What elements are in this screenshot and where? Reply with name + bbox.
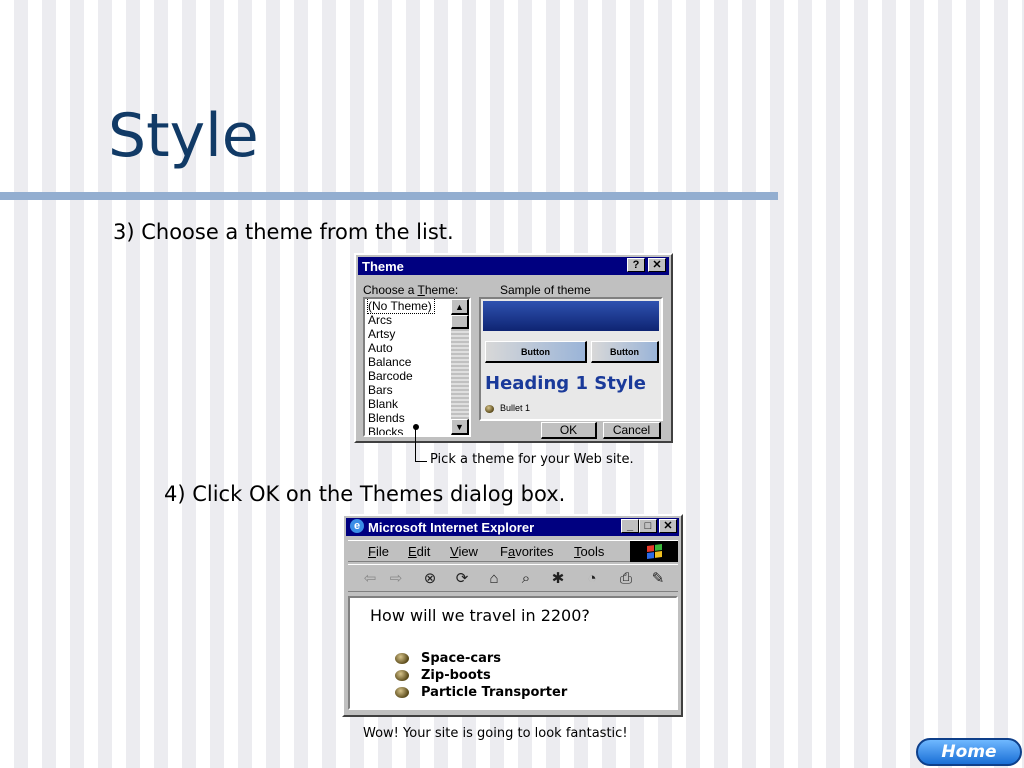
menu-bar: File Edit View Favorites Tools	[348, 540, 678, 562]
theme-listbox[interactable]: (No Theme) Arcs Artsy Auto Balance Barcode Bar…	[363, 297, 471, 437]
ie-window: e Microsoft Internet Explorer _ □ ✕ File…	[342, 514, 683, 717]
callout-line-horizontal	[415, 461, 427, 462]
ok-button[interactable]: OK	[541, 422, 597, 439]
preview-button-1: Button	[485, 341, 587, 363]
callout-line-vertical	[415, 429, 416, 462]
back-arrow-icon[interactable]: ⇦	[360, 568, 380, 588]
theme-preview-pane: Button Button Heading 1 Style Bullet 1	[479, 297, 663, 421]
history-icon[interactable]: ◔	[582, 568, 602, 588]
scroll-down-arrow-icon[interactable]: ▼	[451, 419, 469, 435]
bullet-icon	[485, 404, 494, 413]
bullet-icon	[395, 687, 409, 698]
preview-button-2: Button	[591, 341, 659, 363]
choose-theme-label: Choose a Theme:	[363, 283, 459, 297]
menu-item[interactable]: Tools	[574, 544, 604, 559]
preview-heading: Heading 1 Style	[485, 373, 646, 394]
theme-list-item[interactable]: (No Theme)	[367, 299, 435, 314]
preview-bullet-item: Bullet 1	[485, 403, 530, 413]
refresh-icon[interactable]: ⟳	[452, 568, 472, 588]
home-button[interactable]: Home	[916, 738, 1022, 766]
theme-dialog-title: Theme	[362, 258, 404, 274]
listbox-scrollbar[interactable]: ▲ ▼	[451, 299, 469, 435]
favorites-icon[interactable]: ✱	[548, 568, 568, 588]
scroll-up-arrow-icon[interactable]: ▲	[451, 299, 469, 315]
sample-of-theme-label: Sample of theme	[500, 283, 591, 297]
help-button[interactable]: ?	[627, 258, 645, 272]
ie-title: Microsoft Internet Explorer	[368, 519, 535, 535]
print-icon[interactable]: ⎙	[616, 568, 636, 588]
list-item: Particle Transporter	[395, 684, 567, 701]
cancel-button[interactable]: Cancel	[603, 422, 661, 439]
callout-dot	[413, 424, 419, 430]
maximize-button[interactable]: □	[639, 519, 657, 533]
slide-title: Style	[108, 101, 259, 171]
home-icon[interactable]: ⌂	[484, 568, 504, 588]
menu-item[interactable]: View	[450, 544, 478, 559]
windows-logo-icon	[630, 541, 678, 562]
ie-bullet-list: Space-cars Zip-boots Particle Transporter	[395, 650, 567, 701]
theme-caption: Pick a theme for your Web site.	[430, 452, 634, 467]
ie-close-button[interactable]: ✕	[659, 519, 677, 533]
bullet-icon	[395, 670, 409, 681]
theme-dialog: Theme ? ✕ Choose a Theme: Sample of them…	[354, 253, 673, 443]
step-4-instruction: 4) Click OK on the Themes dialog box.	[164, 482, 566, 506]
list-item: Zip-boots	[395, 667, 567, 684]
ie-page-heading: How will we travel in 2200?	[370, 606, 590, 625]
toolbar: ⇦ ⇨ ⊗ ⟳ ⌂ ⌕ ✱ ◔ ⎙ ✎	[348, 564, 678, 592]
ie-logo-icon: e	[350, 519, 364, 533]
close-button[interactable]: ✕	[648, 258, 666, 272]
menu-item[interactable]: File	[368, 544, 389, 559]
ie-content-area: How will we travel in 2200? Space-cars Zi…	[348, 596, 678, 710]
bullet-icon	[395, 653, 409, 664]
menu-item[interactable]: Favorites	[500, 544, 553, 559]
ie-caption: Wow! Your site is going to look fantasti…	[363, 726, 628, 741]
minimize-button[interactable]: _	[621, 519, 639, 533]
step-3-instruction: 3) Choose a theme from the list.	[113, 220, 454, 244]
preview-banner	[483, 301, 659, 331]
theme-dialog-titlebar: Theme	[358, 257, 669, 275]
stop-icon[interactable]: ⊗	[420, 568, 440, 588]
scroll-thumb[interactable]	[451, 315, 469, 329]
edit-icon[interactable]: ✎	[648, 568, 668, 588]
title-divider	[0, 192, 778, 200]
search-icon[interactable]: ⌕	[516, 568, 536, 588]
menu-item[interactable]: Edit	[408, 544, 430, 559]
list-item: Space-cars	[395, 650, 567, 667]
forward-arrow-icon[interactable]: ⇨	[386, 568, 406, 588]
